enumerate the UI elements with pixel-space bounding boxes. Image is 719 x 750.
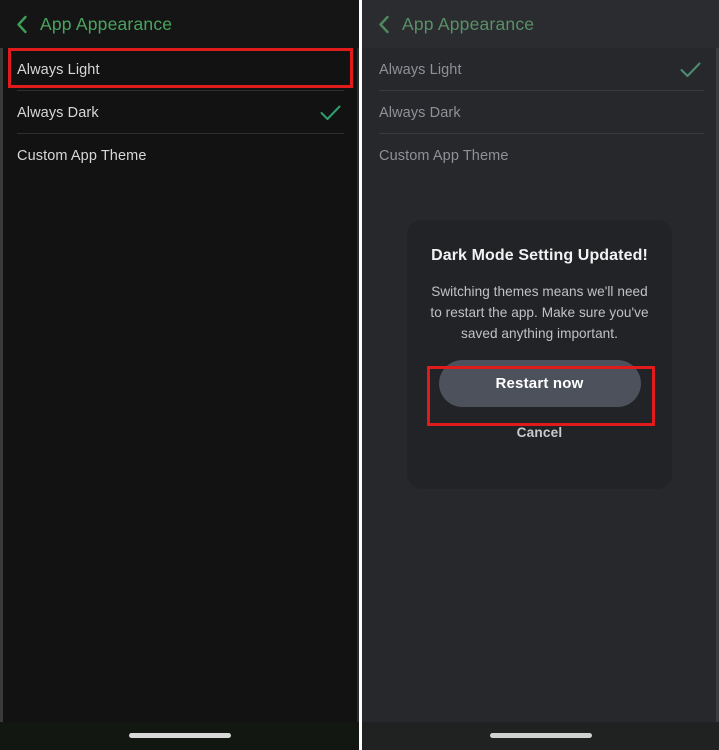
option-label: Always Light (17, 61, 100, 78)
option-label: Custom App Theme (17, 147, 147, 164)
option-row-custom-app-theme[interactable]: Custom App Theme (362, 134, 719, 177)
restart-now-button[interactable]: Restart now (438, 360, 641, 407)
option-label: Always Dark (17, 104, 99, 121)
phone-screen-right: App Appearance Always Light Always Dark (362, 0, 719, 750)
option-row-always-dark[interactable]: Always Dark (362, 91, 719, 134)
option-label: Always Dark (379, 104, 461, 121)
app-header-right: App Appearance (362, 0, 719, 48)
checkmark-icon (678, 58, 702, 82)
app-header-left: App Appearance (0, 0, 359, 48)
option-row-custom-app-theme[interactable]: Custom App Theme (0, 134, 359, 177)
option-label: Always Light (379, 61, 462, 78)
appearance-option-list-left: Always Light Always Dark Custom App Them… (0, 48, 359, 177)
page-title: App Appearance (402, 13, 535, 34)
screenshot-root: App Appearance Always Light Always Dark (0, 0, 719, 750)
phone-screen-left: App Appearance Always Light Always Dark (0, 0, 359, 750)
option-row-always-light[interactable]: Always Light (0, 48, 359, 91)
page-title: App Appearance (40, 13, 173, 34)
dialog-body-text: Switching themes means we'll need to res… (430, 284, 649, 341)
dialog-title: Dark Mode Setting Updated! (431, 247, 648, 264)
bottom-safe-area-left (0, 722, 359, 750)
home-indicator[interactable] (128, 733, 231, 738)
dark-mode-restart-dialog: Dark Mode Setting Updated! Switching the… (407, 220, 672, 489)
option-label: Custom App Theme (379, 147, 509, 164)
chevron-left-icon[interactable] (13, 13, 31, 35)
option-row-always-dark[interactable]: Always Dark (0, 91, 359, 134)
chevron-left-icon[interactable] (375, 13, 393, 35)
cancel-button[interactable]: Cancel (507, 422, 573, 443)
home-indicator[interactable] (489, 733, 592, 738)
appearance-option-list-right: Always Light Always Dark Custom App Them… (362, 48, 719, 177)
checkmark-icon (318, 101, 342, 125)
option-row-always-light[interactable]: Always Light (362, 48, 719, 91)
bottom-safe-area-right (362, 722, 719, 750)
